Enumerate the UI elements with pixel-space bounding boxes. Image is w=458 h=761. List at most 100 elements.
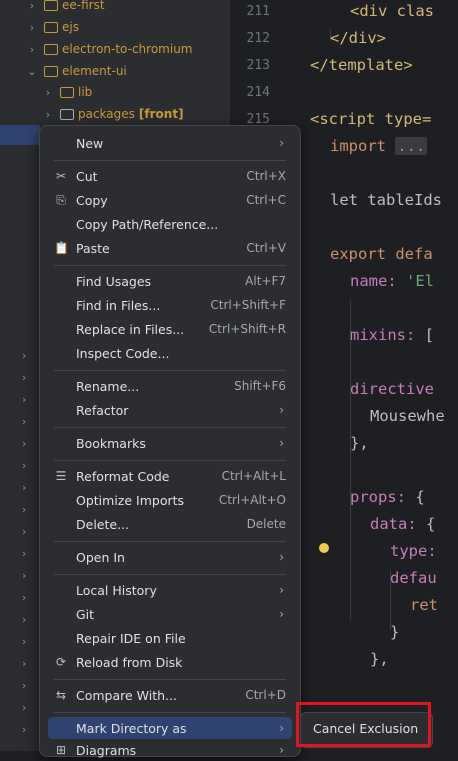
menu-item-reformat-code[interactable]: ☰ Reformat Code Ctrl+Alt+L <box>48 465 292 487</box>
context-menu: New › ✂ Cut Ctrl+X ⎘ Copy Ctrl+C Copy Path/Re… <box>39 125 301 758</box>
menu-item-cut[interactable]: ✂ Cut Ctrl+X <box>48 165 292 187</box>
lightbulb-icon[interactable] <box>319 543 329 553</box>
code-line: props: { <box>350 488 425 506</box>
menu-item-open-in[interactable]: Open In › <box>48 546 292 568</box>
menu-item-bookmarks[interactable]: Bookmarks › <box>48 432 292 454</box>
chevron-right-icon[interactable]: › <box>22 349 26 362</box>
selected-tree-row[interactable] <box>0 125 40 145</box>
chevron-right-icon[interactable]: › <box>22 393 26 406</box>
folded-code[interactable]: ... <box>395 137 428 155</box>
chevron-right-icon[interactable]: › <box>22 635 26 648</box>
menu-item-label: New <box>76 135 104 151</box>
chevron-right-icon[interactable]: › <box>22 481 26 494</box>
menu-item-label: Open In <box>76 549 125 565</box>
code-token: props: <box>350 488 406 506</box>
menu-item-inspect-code[interactable]: Inspect Code... <box>48 342 292 364</box>
chevron-right-icon[interactable]: › <box>22 415 26 428</box>
code-token: data: <box>370 515 417 533</box>
menu-separator <box>54 265 286 266</box>
code-line: export defa <box>330 245 433 263</box>
code-token: <script type= <box>310 110 432 128</box>
folder-icon <box>44 43 58 55</box>
chevron-right-icon[interactable]: › <box>22 371 26 384</box>
tree-item-label: ee-first <box>62 0 105 12</box>
code-token: }, <box>350 434 369 452</box>
menu-item-copy[interactable]: ⎘ Copy Ctrl+C <box>48 189 292 211</box>
menu-item-compare-with[interactable]: ⇆ Compare With... Ctrl+D <box>48 684 292 706</box>
chevron-right-icon[interactable]: › <box>22 525 26 538</box>
menu-item-reload-from-disk[interactable]: ⟳ Reload from Disk <box>48 651 292 673</box>
chevron-right-icon[interactable]: › <box>22 569 26 582</box>
chevron-right-icon[interactable]: › <box>22 723 26 736</box>
tree-item-lib[interactable]: › lib <box>0 81 230 103</box>
line-number: 213 <box>246 58 270 73</box>
menu-item-diagrams[interactable]: ⊞ Diagrams › <box>48 739 292 761</box>
menu-item-repair-ide[interactable]: Repair IDE on File <box>48 627 292 649</box>
menu-separator <box>54 460 286 461</box>
menu-item-label: Diagrams <box>76 742 137 758</box>
code-line: <div clas <box>350 2 434 20</box>
chevron-right-icon: › <box>279 403 284 417</box>
menu-item-label: Copy <box>76 192 108 208</box>
code-line: let tableIds <box>330 191 442 209</box>
chevron-down-icon[interactable]: ⌄ <box>26 65 38 78</box>
chevron-right-icon[interactable]: › <box>42 108 54 121</box>
menu-item-label: Rename... <box>76 378 140 394</box>
tree-item-element-ui[interactable]: ⌄ element-ui <box>0 60 230 82</box>
menu-item-optimize-imports[interactable]: Optimize Imports Ctrl+Alt+O <box>48 489 292 511</box>
code-line: data: { <box>370 515 435 533</box>
chevron-right-icon[interactable]: › <box>22 657 26 670</box>
menu-shortcut: Alt+F7 <box>245 274 286 288</box>
code-token: ret <box>410 596 438 614</box>
menu-shortcut: Ctrl+Alt+O <box>218 493 286 507</box>
menu-shortcut: Ctrl+C <box>246 193 286 207</box>
chevron-right-icon[interactable]: › <box>22 459 26 472</box>
menu-item-new[interactable]: New › <box>48 132 292 154</box>
line-number: 212 <box>246 31 270 46</box>
menu-item-label: Bookmarks <box>76 435 146 451</box>
menu-item-copy-path[interactable]: Copy Path/Reference... <box>48 213 292 235</box>
tree-item-suffix: [front] <box>138 107 184 121</box>
menu-item-paste[interactable]: 📋 Paste Ctrl+V <box>48 237 292 259</box>
menu-shortcut: Ctrl+Shift+R <box>208 322 286 336</box>
chevron-right-icon[interactable]: › <box>26 21 38 34</box>
code-token: }, <box>370 650 389 668</box>
annotation-highlight-box <box>296 702 431 747</box>
chevron-right-icon[interactable]: › <box>22 437 26 450</box>
chevron-right-icon: › <box>279 607 284 621</box>
menu-item-replace-in-files[interactable]: Replace in Files... Ctrl+Shift+R <box>48 318 292 340</box>
menu-item-local-history[interactable]: Local History › <box>48 579 292 601</box>
chevron-right-icon[interactable]: › <box>22 613 26 626</box>
menu-item-label: Reload from Disk <box>76 654 183 670</box>
menu-item-label: Replace in Files... <box>76 321 185 337</box>
reload-icon: ⟳ <box>55 655 67 669</box>
chevron-right-icon[interactable]: › <box>26 0 38 12</box>
menu-item-delete[interactable]: Delete... Delete <box>48 513 292 535</box>
menu-item-mark-directory-as[interactable]: Mark Directory as › <box>48 717 292 739</box>
chevron-right-icon[interactable]: › <box>22 591 26 604</box>
menu-item-git[interactable]: Git › <box>48 603 292 625</box>
chevron-right-icon[interactable]: › <box>22 503 26 516</box>
menu-item-refactor[interactable]: Refactor › <box>48 399 292 421</box>
code-line: ret <box>410 596 438 614</box>
folder-icon <box>60 108 74 120</box>
tree-item-packages[interactable]: › packages [front] <box>0 103 230 125</box>
chevron-right-icon[interactable]: › <box>22 679 26 692</box>
scissors-icon: ✂ <box>55 169 67 183</box>
menu-item-find-in-files[interactable]: Find in Files... Ctrl+Shift+F <box>48 294 292 316</box>
menu-item-rename[interactable]: Rename... Shift+F6 <box>48 375 292 397</box>
tree-item-ee-first[interactable]: › ee-first <box>0 0 230 16</box>
code-line: name: 'El <box>350 272 434 290</box>
menu-item-label: Inspect Code... <box>76 345 170 361</box>
chevron-right-icon[interactable]: › <box>22 701 26 714</box>
diagram-icon: ⊞ <box>55 743 67 757</box>
chevron-right-icon[interactable]: › <box>26 43 38 56</box>
chevron-right-icon[interactable]: › <box>42 86 54 99</box>
code-token: directive <box>350 380 434 398</box>
menu-separator <box>54 679 286 680</box>
chevron-right-icon[interactable]: › <box>22 547 26 560</box>
chevron-right-icon: › <box>279 583 284 597</box>
tree-item-ejs[interactable]: › ejs <box>0 16 230 38</box>
menu-item-find-usages[interactable]: Find Usages Alt+F7 <box>48 270 292 292</box>
tree-item-electron-to-chromium[interactable]: › electron-to-chromium <box>0 38 230 60</box>
